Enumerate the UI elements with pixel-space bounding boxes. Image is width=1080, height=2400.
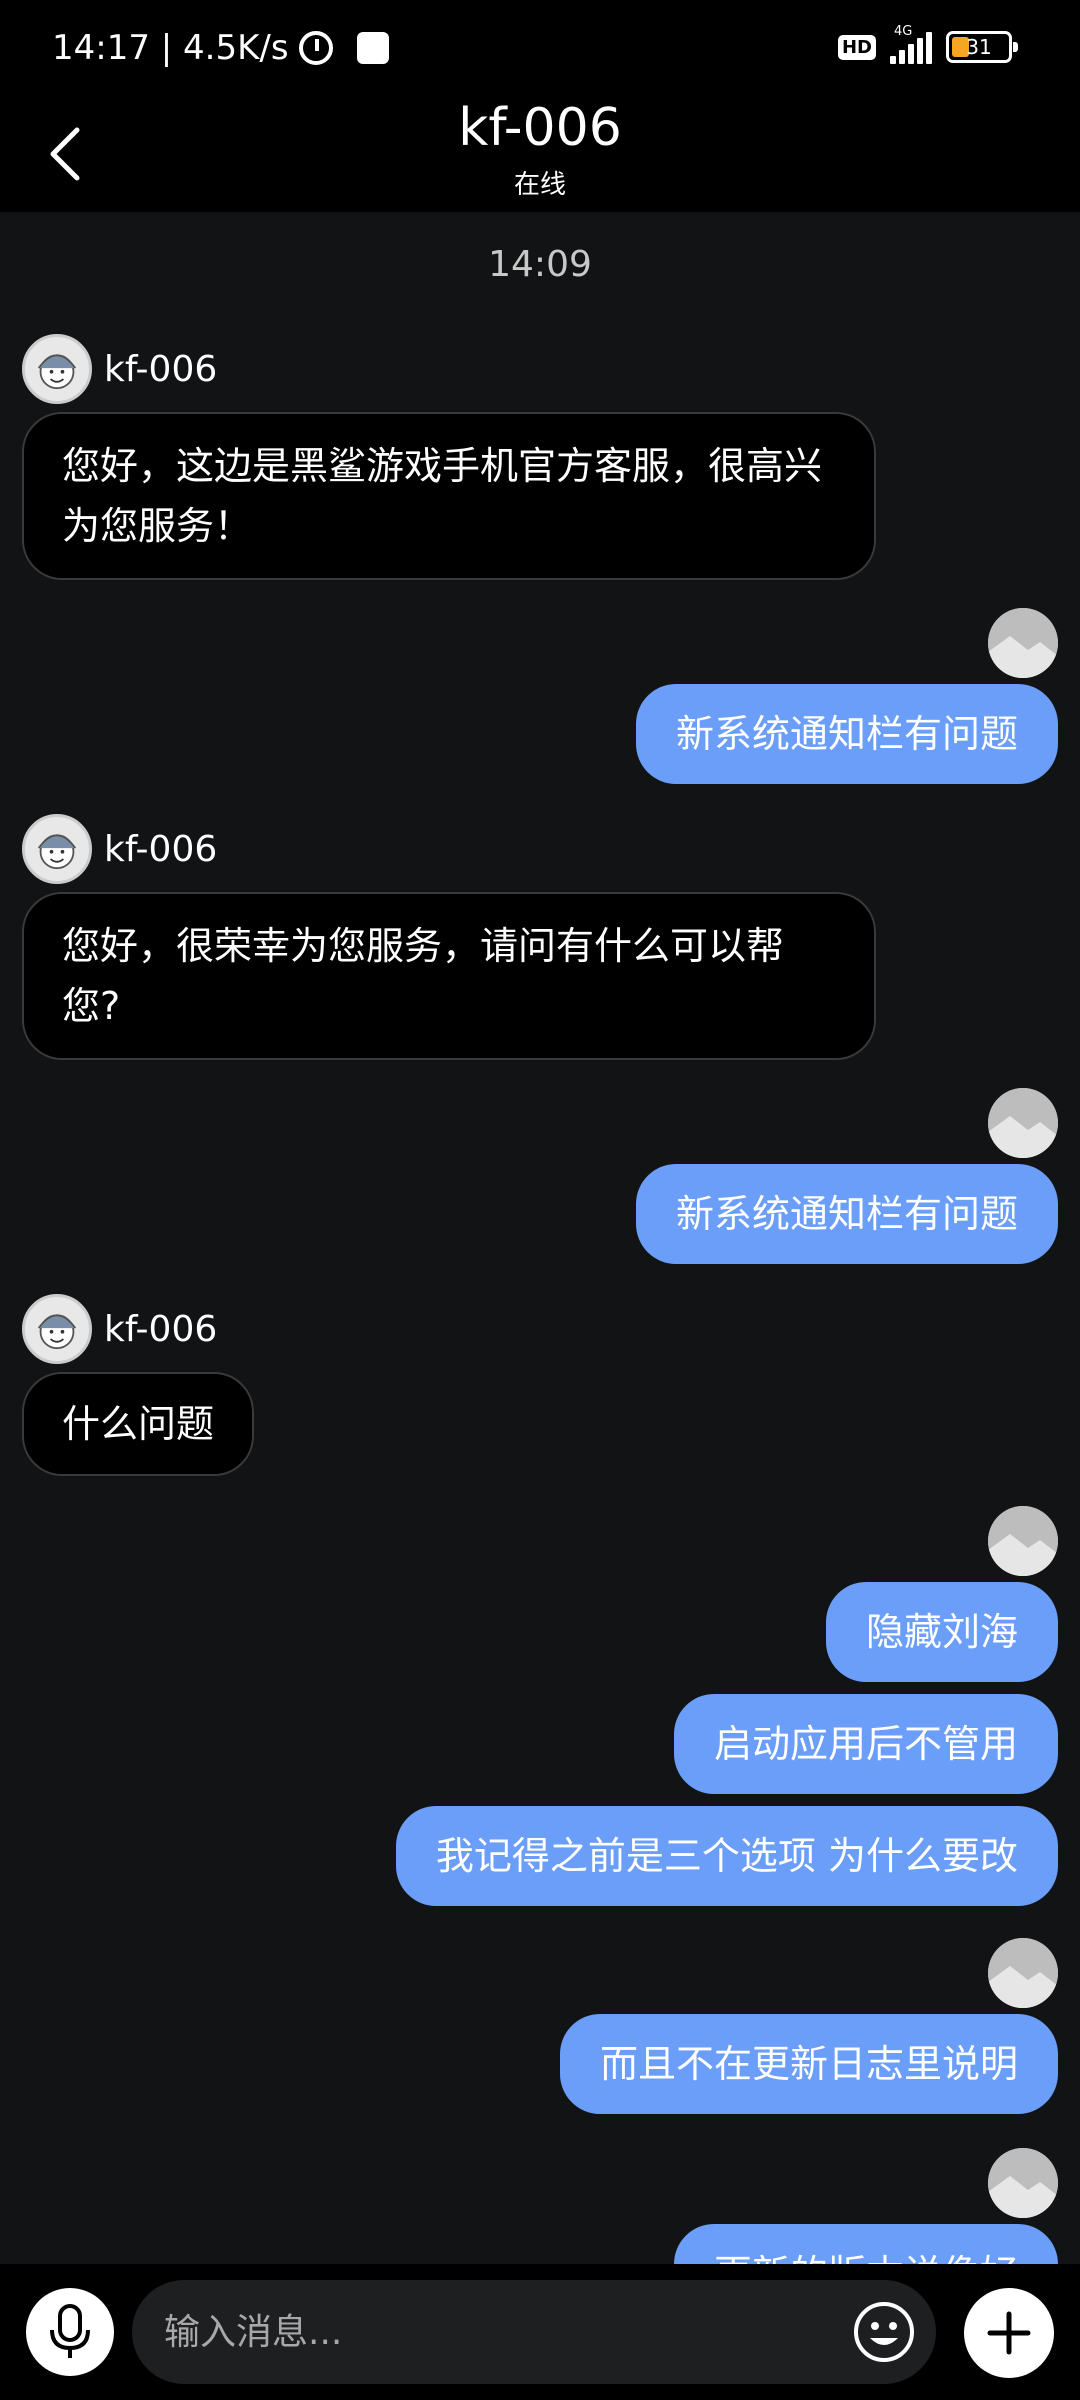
battery-icon: 31 bbox=[946, 31, 1018, 63]
agent-message[interactable]: 您好，很荣幸为您服务，请问有什么可以帮您? bbox=[22, 892, 876, 1060]
signal-icon: 4G bbox=[890, 24, 932, 64]
agent-header: kf-006 bbox=[22, 814, 217, 884]
timestamp: 14:09 bbox=[488, 244, 592, 285]
hd-badge: HD bbox=[837, 34, 876, 60]
user-message[interactable]: 新系统通知栏有问题 bbox=[635, 684, 1058, 784]
chat-header: kf-006 在线 bbox=[0, 96, 1080, 212]
image-placeholder-icon bbox=[988, 1506, 1058, 1576]
user-message[interactable]: 我记得之前是三个选项 为什么要改 bbox=[395, 1806, 1058, 1906]
status-left: 14:17 | 4.5K/s bbox=[52, 28, 389, 68]
user-message[interactable]: 更新的版本说像好 bbox=[673, 2224, 1058, 2264]
battery-percent: 31 bbox=[966, 35, 992, 59]
notification-icon bbox=[356, 32, 389, 64]
agent-avatar[interactable] bbox=[22, 1294, 92, 1364]
network-type: 4G bbox=[894, 24, 913, 39]
more-button[interactable] bbox=[964, 2288, 1054, 2378]
chat-title: kf-006 bbox=[458, 98, 622, 158]
status-time-speed: 14:17 | 4.5K/s bbox=[52, 28, 289, 68]
user-message[interactable]: 启动应用后不管用 bbox=[673, 1694, 1058, 1794]
image-placeholder-icon bbox=[988, 608, 1058, 678]
agent-avatar[interactable] bbox=[22, 334, 92, 404]
user-message[interactable]: 隐藏刘海 bbox=[825, 1582, 1058, 1682]
user-message[interactable]: 新系统通知栏有问题 bbox=[635, 1164, 1058, 1264]
plus-icon bbox=[987, 2311, 1031, 2355]
emoji-icon[interactable] bbox=[852, 2300, 916, 2364]
user-avatar[interactable] bbox=[988, 1088, 1058, 1158]
message-input[interactable] bbox=[132, 2280, 936, 2384]
online-status: 在线 bbox=[513, 170, 566, 200]
user-avatar[interactable] bbox=[988, 1938, 1058, 2008]
image-placeholder-icon bbox=[988, 1088, 1058, 1158]
status-bar: 14:17 | 4.5K/s HD 4G 31 bbox=[0, 0, 1080, 96]
user-avatar[interactable] bbox=[988, 1506, 1058, 1576]
agent-name: kf-006 bbox=[104, 1308, 218, 1350]
status-right: HD 4G 31 bbox=[837, 24, 1018, 64]
user-message[interactable]: 而且不在更新日志里说明 bbox=[559, 2014, 1058, 2114]
agent-header: kf-006 bbox=[22, 1294, 217, 1364]
agent-header: kf-006 bbox=[22, 334, 217, 404]
agent-message[interactable]: 您好，这边是黑鲨游戏手机官方客服，很高兴为您服务！ bbox=[22, 412, 876, 580]
agent-name: kf-006 bbox=[104, 348, 218, 390]
agent-message[interactable]: 什么问题 bbox=[22, 1372, 255, 1476]
input-bar bbox=[0, 2264, 1080, 2400]
agent-avatar[interactable] bbox=[22, 814, 92, 884]
agent-name: kf-006 bbox=[104, 828, 218, 870]
user-avatar[interactable] bbox=[988, 2148, 1058, 2218]
alarm-icon bbox=[298, 31, 333, 65]
user-avatar[interactable] bbox=[988, 608, 1058, 678]
microphone-icon bbox=[50, 2304, 90, 2358]
voice-button[interactable] bbox=[26, 2288, 114, 2376]
image-placeholder-icon bbox=[988, 1938, 1058, 2008]
chat-area[interactable]: 14:09 kf-006 您好，这边是黑鲨游戏手机官方客服，很高兴为您服务！ 新… bbox=[0, 212, 1080, 2264]
image-placeholder-icon bbox=[988, 2148, 1058, 2218]
